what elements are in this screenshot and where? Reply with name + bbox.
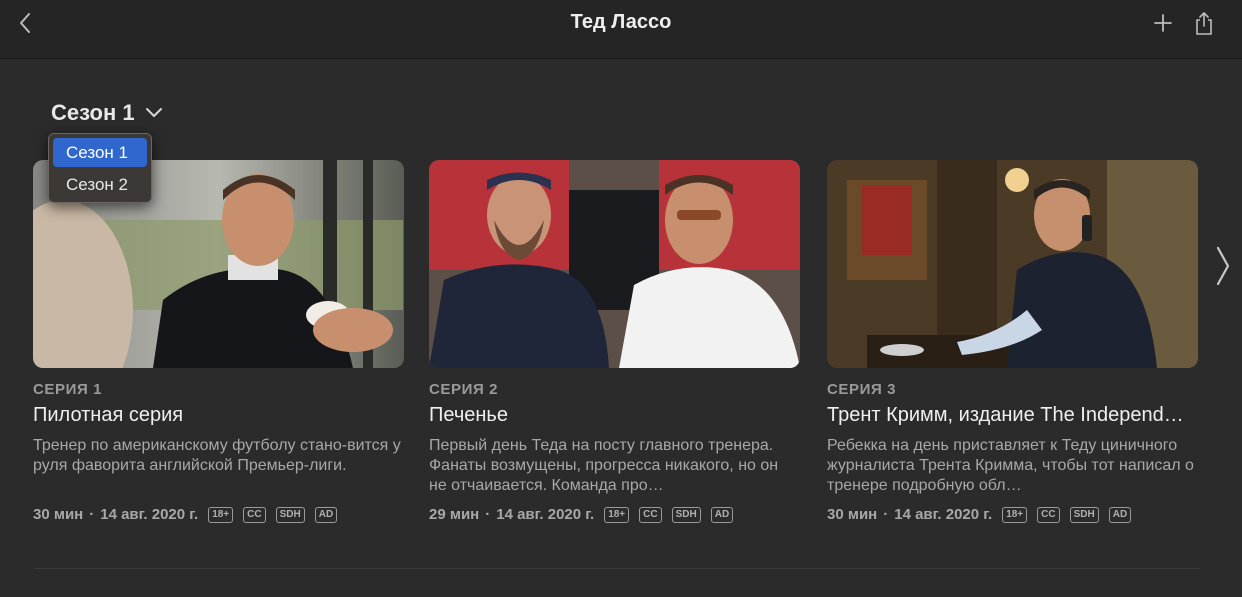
- episode-description: Тренер по американскому футболу стано-ви…: [33, 437, 401, 474]
- meta-separator: ·: [485, 506, 491, 523]
- episode-number: СЕРИЯ 1: [33, 381, 103, 398]
- ad-badge: AD: [1108, 506, 1132, 523]
- chevron-down-icon: [145, 108, 162, 117]
- meta-separator: ·: [89, 506, 95, 523]
- season-option-2[interactable]: Сезон 2: [53, 170, 147, 199]
- cc-badge: CC: [639, 506, 662, 523]
- episode-title: Печенье: [429, 404, 508, 426]
- season-dropdown-label: Сезон 1: [51, 100, 135, 125]
- age-rating-badge: 18+: [1002, 506, 1028, 523]
- meta-separator: ·: [883, 506, 889, 523]
- ad-badge: AD: [710, 506, 734, 523]
- season-dropdown[interactable]: Сезон 1: [51, 98, 163, 128]
- sdh-badge: SDH: [275, 506, 305, 523]
- sdh-badge: SDH: [671, 506, 701, 523]
- episode-duration: 29 мин: [429, 506, 480, 523]
- episode-card-1[interactable]: СЕРИЯ 1 Пилотная серия Тренер по америка…: [33, 160, 404, 523]
- episode-thumbnail[interactable]: [429, 160, 800, 368]
- episode-meta: 30 мин · 14 авг. 2020 г. 18+ CC SDH AD: [827, 506, 1198, 523]
- episode-meta: 30 мин · 14 авг. 2020 г. 18+ CC SDH AD: [33, 506, 404, 523]
- episode-title: Трент Кримм, издание The Independ…: [827, 404, 1184, 426]
- episode-card-2[interactable]: СЕРИЯ 2 Печенье Первый день Теда на пост…: [429, 160, 800, 523]
- age-rating-badge: 18+: [604, 506, 630, 523]
- episode-title: Пилотная серия: [33, 404, 184, 426]
- episode-duration: 30 мин: [33, 506, 84, 523]
- episode-number: СЕРИЯ 2: [429, 381, 499, 398]
- cc-badge: CC: [1037, 506, 1060, 523]
- episode-date: 14 авг. 2020 г.: [100, 506, 199, 523]
- season-option-1[interactable]: Сезон 1: [53, 138, 147, 167]
- episode-description: Ребекка на день приставляет к Теду цинич…: [827, 437, 1194, 494]
- episode-meta: 29 мин · 14 авг. 2020 г. 18+ CC SDH AD: [429, 506, 800, 523]
- episode-thumbnail[interactable]: [827, 160, 1198, 368]
- season-menu: Сезон 1 Сезон 2: [48, 133, 152, 203]
- window-title: Тед Лассо: [570, 11, 672, 33]
- share-icon[interactable]: [1192, 10, 1216, 36]
- cc-badge: CC: [243, 506, 266, 523]
- title-bar: Тед Лассо: [0, 0, 1242, 59]
- episode-duration: 30 мин: [827, 506, 878, 523]
- episode-date: 14 авг. 2020 г.: [496, 506, 595, 523]
- ad-badge: AD: [314, 506, 338, 523]
- episode-date: 14 авг. 2020 г.: [894, 506, 993, 523]
- episode-description: Первый день Теда на посту главного трене…: [429, 437, 779, 494]
- chevron-right-icon[interactable]: [1214, 244, 1232, 288]
- section-divider: [34, 568, 1200, 569]
- episode-number: СЕРИЯ 3: [827, 381, 897, 398]
- episode-card-3[interactable]: СЕРИЯ 3 Трент Кримм, издание The Indepen…: [827, 160, 1198, 523]
- plus-icon[interactable]: [1152, 12, 1174, 34]
- sdh-badge: SDH: [1069, 506, 1099, 523]
- age-rating-badge: 18+: [208, 506, 234, 523]
